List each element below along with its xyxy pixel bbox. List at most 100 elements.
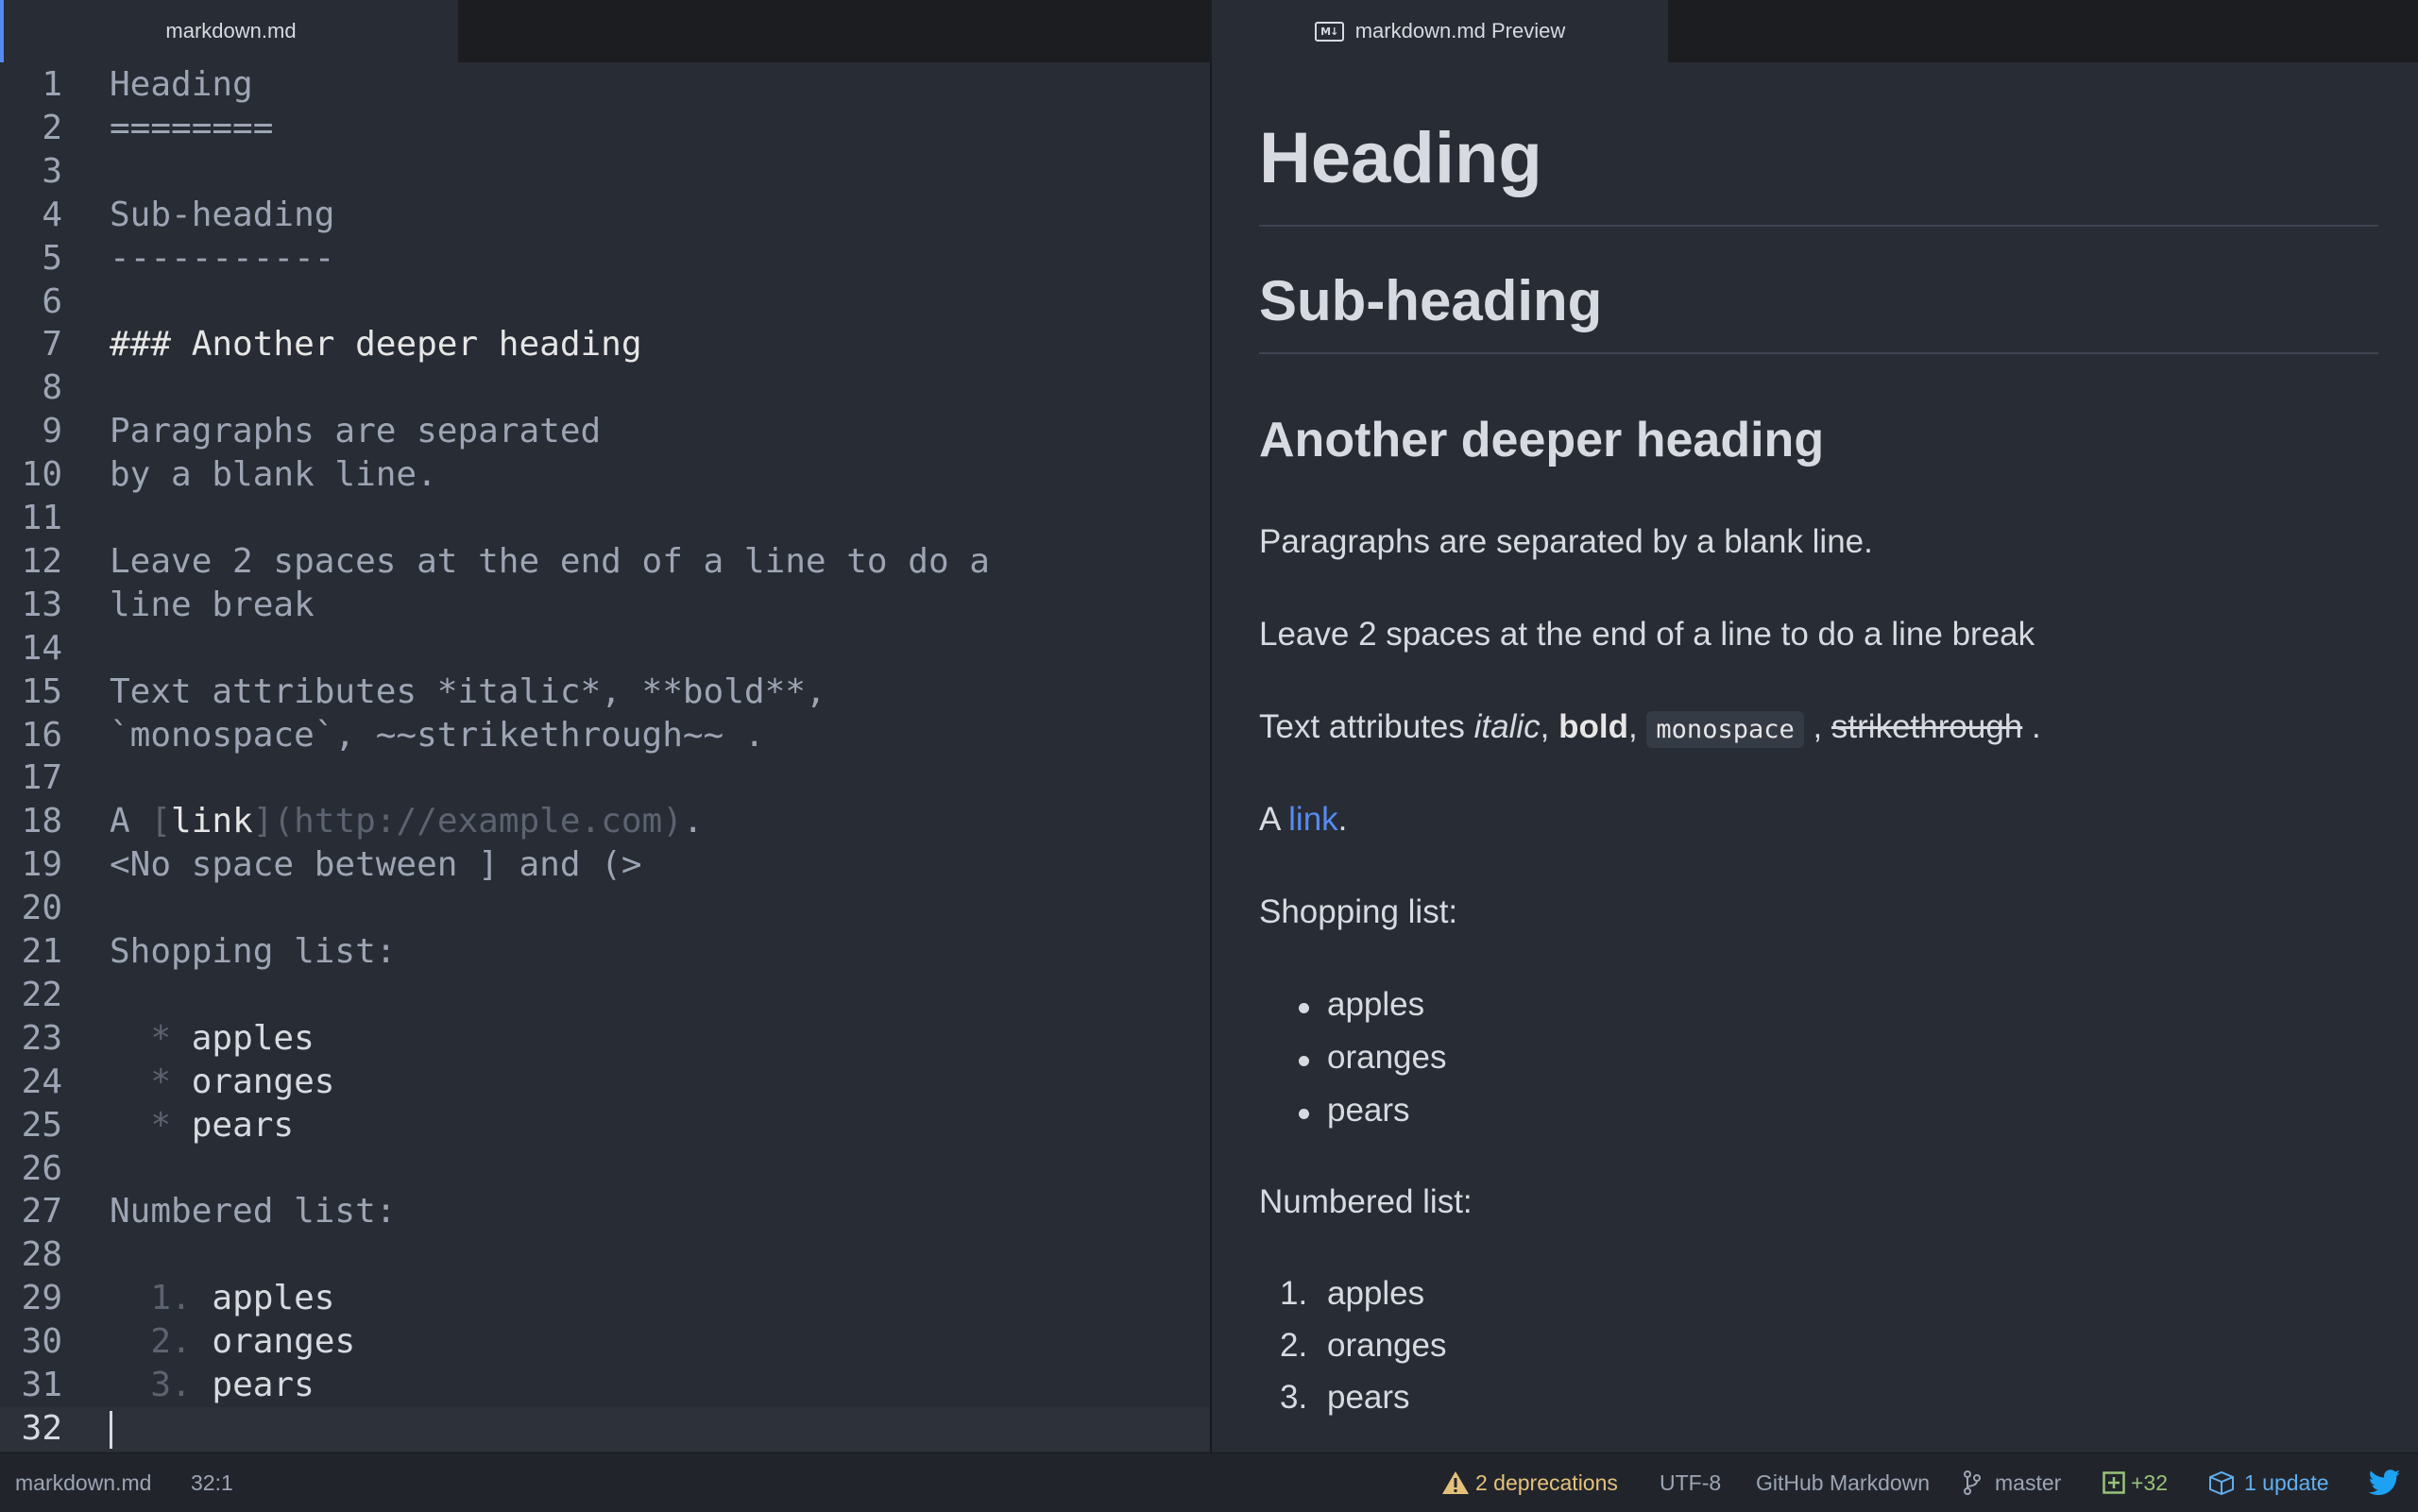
editor-line[interactable]: 9 Paragraphs are separated bbox=[0, 410, 1212, 453]
line-text: <No space between ] and (> bbox=[110, 845, 642, 885]
status-file-path[interactable]: markdown.md bbox=[15, 1453, 151, 1512]
editor-pane[interactable]: 1 Heading 2 ======== 3 4 Sub-heading 5 ---------… bbox=[0, 62, 1212, 1453]
editor-line[interactable]: 19 <No space between ] and (> bbox=[0, 843, 1212, 887]
tab-preview[interactable]: M↓ markdown.md Preview bbox=[1212, 0, 1668, 62]
list-number: 1. bbox=[1280, 1275, 1308, 1312]
preview-link[interactable]: link bbox=[1288, 801, 1338, 838]
line-number: 14 bbox=[21, 628, 62, 668]
list-text: oranges bbox=[212, 1322, 356, 1362]
preview-paragraph-2: Leave 2 spaces at the end of a line to d… bbox=[1259, 616, 2035, 653]
editor-line[interactable]: 2 ======== bbox=[0, 107, 1212, 150]
editor-line[interactable]: 15 Text attributes *italic*, **bold**, bbox=[0, 671, 1212, 714]
twitter-bird-icon bbox=[2368, 1470, 2400, 1496]
editor-line[interactable]: 29 1. apples bbox=[0, 1277, 1212, 1320]
editor-line[interactable]: 14 bbox=[0, 627, 1212, 671]
editor-line[interactable]: 3 bbox=[0, 150, 1212, 194]
editor-line[interactable]: 21 Shopping list: bbox=[0, 930, 1212, 974]
editor-line[interactable]: 1 Heading bbox=[0, 63, 1212, 107]
deprecation-status[interactable]: 2 deprecations bbox=[1441, 1453, 1618, 1512]
preview-pane[interactable]: Heading Sub-heading Another deeper headi… bbox=[1212, 62, 2418, 1453]
tab-editor[interactable]: markdown.md bbox=[0, 0, 458, 62]
line-number: 2 bbox=[42, 108, 62, 147]
line-text: line break bbox=[110, 585, 315, 624]
line-text: Paragraphs are separated bbox=[110, 412, 602, 451]
editor-line[interactable]: 7 ### Another deeper heading bbox=[0, 323, 1212, 366]
editor-line[interactable]: 28 bbox=[0, 1233, 1212, 1277]
package-update-status[interactable]: 1 update bbox=[2208, 1453, 2329, 1512]
grammar-status[interactable]: GitHub Markdown bbox=[1756, 1453, 1930, 1512]
line-text: * oranges bbox=[110, 1061, 334, 1104]
list-item-text: apples bbox=[1327, 986, 1425, 1023]
line-number: 4 bbox=[42, 195, 62, 234]
git-branch-status[interactable]: master bbox=[1963, 1453, 2061, 1512]
line-number: 28 bbox=[21, 1235, 62, 1275]
italic-text: italic bbox=[1473, 708, 1541, 745]
line-text: Shopping list: bbox=[110, 932, 397, 971]
editor-line[interactable]: 22 bbox=[0, 974, 1212, 1017]
twitter-feedback-button[interactable] bbox=[2368, 1453, 2401, 1512]
list-marker: 2. bbox=[150, 1322, 192, 1362]
list-marker: * bbox=[150, 1062, 172, 1101]
editor-line[interactable]: 26 bbox=[0, 1147, 1212, 1191]
bold-text: bold bbox=[1558, 708, 1628, 745]
editor-line[interactable]: 18 A [link](http://example.com). bbox=[0, 800, 1212, 843]
editor-line[interactable]: 32 bbox=[0, 1406, 1212, 1451]
numbered-list-label: Numbered list: bbox=[1259, 1183, 1473, 1220]
branch-label: master bbox=[1995, 1470, 2062, 1495]
line-number: 16 bbox=[21, 715, 62, 755]
diff-count: +32 bbox=[2131, 1470, 2169, 1495]
line-text bbox=[110, 1407, 112, 1451]
editor-line[interactable]: 12 Leave 2 spaces at the end of a line to… bbox=[0, 540, 1212, 584]
editor-line[interactable]: 25 * pears bbox=[0, 1104, 1212, 1147]
editor-line[interactable]: 10 by a blank line. bbox=[0, 453, 1212, 497]
editor-line[interactable]: 17 bbox=[0, 756, 1212, 800]
line-number: 24 bbox=[21, 1062, 62, 1101]
line-text: Numbered list: bbox=[110, 1192, 397, 1232]
preview-paragraph-3: Text attributes italic, bold, monospace … bbox=[1259, 708, 2378, 748]
line-number: 7 bbox=[42, 325, 62, 365]
editor-line[interactable]: 5 ----------- bbox=[0, 237, 1212, 280]
line-text: `monospace`, ~~strikethrough~~ . bbox=[110, 715, 765, 755]
editor-line[interactable]: 13 line break bbox=[0, 584, 1212, 627]
line-number: 32 bbox=[21, 1408, 62, 1448]
line-text: 3. pears bbox=[110, 1364, 314, 1407]
editor-line[interactable]: 16 `monospace`, ~~strikethrough~~ . bbox=[0, 714, 1212, 757]
editor-line[interactable]: 31 3. pears bbox=[0, 1364, 1212, 1407]
editor-line[interactable]: 23 * apples bbox=[0, 1017, 1212, 1061]
line-text: 1. apples bbox=[110, 1277, 334, 1320]
editor-line[interactable]: 27 Numbered list: bbox=[0, 1190, 1212, 1233]
deprecations-label: 2 deprecations bbox=[1475, 1470, 1618, 1495]
list-marker: * bbox=[150, 1018, 172, 1058]
monospace-text: monospace bbox=[1646, 711, 1804, 748]
line-number: 6 bbox=[42, 281, 62, 321]
editor-line[interactable]: 4 Sub-heading bbox=[0, 194, 1212, 237]
line-text: Text attributes *italic*, **bold**, bbox=[110, 671, 826, 711]
list-item-text: pears bbox=[1327, 1092, 1410, 1129]
line-text: Leave 2 spaces at the end of a line to d… bbox=[110, 541, 990, 581]
editor-line[interactable]: 11 bbox=[0, 497, 1212, 540]
separator: . bbox=[2022, 708, 2041, 745]
status-cursor-position[interactable]: 32:1 bbox=[191, 1453, 233, 1512]
link-suffix: . bbox=[1337, 801, 1348, 838]
editor-line[interactable]: 30 2. oranges bbox=[0, 1320, 1212, 1364]
editor-line[interactable]: 8 bbox=[0, 366, 1212, 410]
line-number: 27 bbox=[21, 1192, 62, 1232]
encoding-status[interactable]: UTF-8 bbox=[1660, 1453, 1721, 1512]
git-diff-status[interactable]: +32 bbox=[2103, 1453, 2168, 1512]
line-number: 8 bbox=[42, 368, 62, 408]
list-number: 2. bbox=[1280, 1327, 1308, 1364]
package-icon bbox=[2209, 1470, 2234, 1496]
editor-line[interactable]: 24 * oranges bbox=[0, 1061, 1212, 1104]
editor-line[interactable]: 6 bbox=[0, 280, 1212, 324]
list-item: pears bbox=[1259, 1092, 2378, 1130]
text-attrs-prefix: Text attributes bbox=[1259, 708, 1474, 745]
editor-line[interactable]: 20 bbox=[0, 887, 1212, 930]
line-text: by a blank line. bbox=[110, 455, 437, 495]
list-text: apples bbox=[212, 1279, 335, 1318]
preview-heading-2: Sub-heading bbox=[1259, 269, 1603, 332]
